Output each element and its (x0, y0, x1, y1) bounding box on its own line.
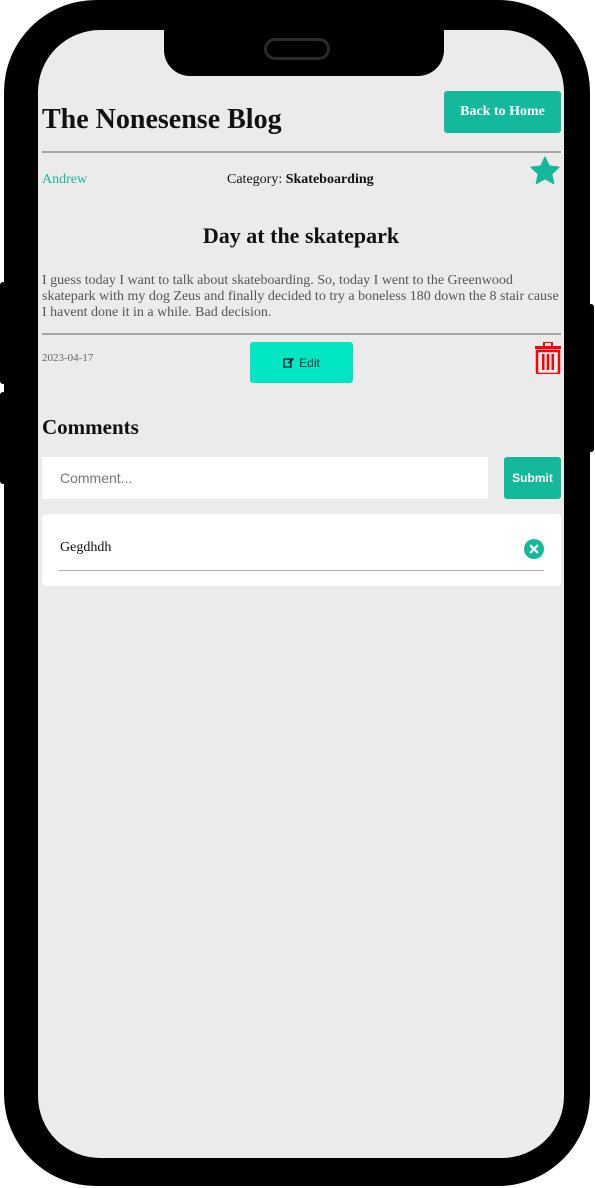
comment-text: Gegdhdh (60, 540, 112, 555)
comment-divider (59, 570, 544, 571)
side-button-left-bottom (0, 392, 6, 484)
edit-label: Edit (299, 355, 320, 370)
post-date: 2023-04-17 (42, 352, 94, 364)
comments-heading: Comments (42, 415, 139, 439)
category-value: Skateboarding (285, 172, 374, 187)
side-button-left-top (0, 282, 6, 384)
screen: The Nonesense Blog Back to Home Andrew C… (38, 30, 564, 1158)
post-divider (42, 333, 561, 335)
close-circle-icon[interactable] (524, 539, 544, 559)
post-title: Day at the skatepark (202, 223, 400, 248)
header-divider (42, 151, 561, 153)
author-link[interactable]: Andrew (42, 172, 87, 188)
back-to-home-button[interactable]: Back to Home (444, 91, 561, 133)
submit-button[interactable]: Submit (504, 457, 561, 499)
edit-button[interactable]: Edit (250, 342, 353, 383)
trash-icon[interactable] (535, 342, 561, 374)
blog-title: The Nonesense Blog (42, 104, 282, 135)
post-body: I guess today I want to talk about skate… (42, 273, 559, 320)
edit-icon (283, 357, 295, 368)
phone-frame: The Nonesense Blog Back to Home Andrew C… (0, 0, 594, 1186)
speaker (264, 38, 330, 60)
notch (164, 30, 444, 76)
comment-card: Gegdhdh (42, 514, 561, 586)
star-icon[interactable] (529, 155, 561, 187)
category-label: Category: (227, 172, 283, 187)
post-category: Category: Skateboarding (227, 172, 374, 188)
comment-input[interactable] (42, 457, 488, 499)
side-button-right (588, 304, 594, 452)
